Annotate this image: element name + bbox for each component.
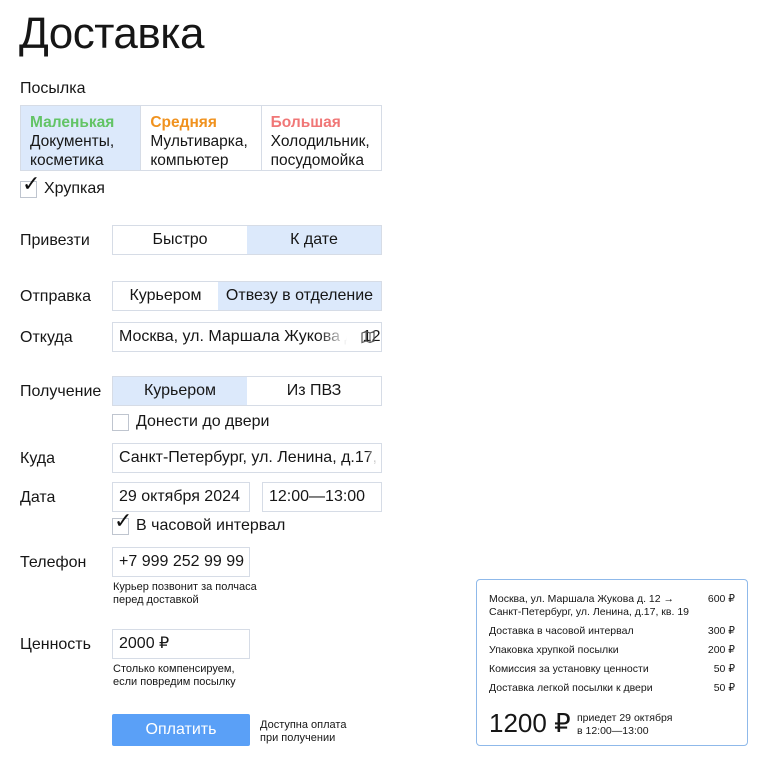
summary-route-price: 600 ₽ (707, 593, 735, 605)
summary-item-row: Упаковка хрупкой посылки 200 ₽ (489, 644, 735, 657)
size-option-small[interactable]: Маленькая Документы, косметика (21, 106, 142, 170)
size-desc: косметика (30, 152, 104, 169)
door-delivery-checkbox[interactable]: Донести до двери (112, 413, 269, 431)
pay-button[interactable]: Оплатить (112, 714, 250, 746)
summary-route: Москва, ул. Маршала Жукова д. 12 → Санкт… (489, 593, 689, 619)
checkbox-box (112, 413, 129, 431)
send-option-courier[interactable]: Курьером (113, 282, 218, 310)
send-label: Отправка (20, 288, 91, 305)
time-input[interactable]: 12:00—13:00 (262, 482, 382, 512)
summary-item-name: Доставка в часовой интервал (489, 625, 634, 637)
size-desc: Мультиварка, (150, 133, 248, 150)
bring-toggle: Быстро К дате (112, 225, 382, 255)
from-address-input[interactable]: Москва, ул. Маршала Жукова д. 12 (112, 322, 382, 352)
pay-note-line2: при получении (260, 732, 336, 744)
receive-option-courier[interactable]: Курьером (113, 377, 247, 405)
bring-option-by-date[interactable]: К дате (247, 226, 381, 254)
parcel-size-picker: Маленькая Документы, косметика Средняя М… (20, 105, 382, 171)
bring-label: Привезти (20, 232, 90, 249)
worth-hint-line1: Столько компенсируем, (113, 663, 235, 675)
size-desc: компьютер (150, 152, 229, 169)
receive-option-pickup[interactable]: Из ПВЗ (247, 377, 381, 405)
size-name: Большая (270, 114, 341, 131)
phone-hint-line1: Курьер позвонит за полчаса (113, 581, 257, 593)
size-desc: Документы, (30, 133, 115, 150)
summary-item-price: 50 ₽ (713, 682, 735, 694)
worth-input[interactable]: 2000 ₽ (112, 629, 250, 659)
checkmark-icon: ✓ (114, 507, 133, 533)
receive-toggle: Курьером Из ПВЗ (112, 376, 382, 406)
summary-item-price: 300 ₽ (707, 625, 735, 637)
summary-eta-line1: приедет 29 октября (577, 712, 673, 724)
date-label: Дата (20, 489, 56, 506)
size-option-medium[interactable]: Средняя Мультиварка, компьютер (141, 106, 262, 170)
checkbox-box: ✓ (20, 172, 40, 198)
summary-eta: приедет 29 октября в 12:00—13:00 (577, 712, 672, 737)
checkbox-box: ✓ (112, 509, 132, 535)
summary-item-price: 50 ₽ (713, 663, 735, 675)
size-name: Маленькая (30, 114, 115, 131)
input-fade (367, 444, 381, 472)
from-label: Откуда (20, 329, 73, 346)
summary-item-row: Комиссия за установку ценности 50 ₽ (489, 663, 735, 676)
summary-total: 1200 ₽ (489, 708, 571, 738)
phone-input[interactable]: +7 999 252 99 99 (112, 547, 250, 577)
date-input[interactable]: 29 октября 2024 (112, 482, 250, 512)
page-title: Доставка (19, 9, 204, 58)
bring-option-fast[interactable]: Быстро (113, 226, 247, 254)
summary-item-row: Доставка легкой посылки к двери 50 ₽ (489, 682, 735, 695)
size-name: Средняя (150, 114, 217, 131)
phone-hint-line2: перед доставкой (113, 594, 199, 606)
parcel-label: Посылка (20, 80, 86, 97)
to-label: Куда (20, 450, 56, 467)
summary-item-row: Доставка в часовой интервал 300 ₽ (489, 625, 735, 638)
send-option-office[interactable]: Отвезу в отделение (218, 282, 381, 310)
worth-hint-line2: если повредим посылку (113, 676, 236, 688)
checkmark-icon: ✓ (22, 170, 41, 196)
interval-checkbox[interactable]: ✓ В часовой интервал (112, 509, 286, 535)
summary-route-to: Санкт-Петербург, ул. Ленина, д.17, кв. 1… (489, 606, 689, 618)
worth-label: Ценность (20, 636, 91, 653)
summary-route-row: Москва, ул. Маршала Жукова д. 12 → Санкт… (489, 593, 735, 619)
summary-item-name: Комиссия за установку ценности (489, 663, 649, 675)
size-option-large[interactable]: Большая Холодильник, посудомойка (262, 106, 381, 170)
size-desc: Холодильник, (270, 133, 370, 150)
phone-label: Телефон (20, 554, 87, 571)
summary-route-from: Москва, ул. Маршала Жукова д. 12 → (489, 593, 675, 605)
map-icon[interactable] (361, 330, 375, 344)
pay-note-line1: Доступна оплата (260, 719, 347, 731)
summary-item-name: Доставка легкой посылки к двери (489, 682, 653, 694)
to-address-input[interactable]: Санкт-Петербург, ул. Ленина, д.17, кв. 1… (112, 443, 382, 473)
input-fade (319, 323, 359, 351)
summary-item-price: 200 ₽ (707, 644, 735, 656)
interval-label: В часовой интервал (136, 517, 286, 534)
to-address-value: Санкт-Петербург, ул. Ленина, д.17, кв. 1… (119, 449, 381, 466)
fragile-checkbox[interactable]: ✓ Хрупкая (20, 172, 105, 198)
send-toggle: Курьером Отвезу в отделение (112, 281, 382, 311)
summary-eta-line2: в 12:00—13:00 (577, 724, 649, 737)
fragile-label: Хрупкая (44, 180, 105, 197)
receive-label: Получение (20, 383, 102, 400)
size-desc: посудомойка (270, 152, 364, 169)
door-delivery-label: Донести до двери (136, 413, 270, 430)
order-summary: Москва, ул. Маршала Жукова д. 12 → Санкт… (476, 579, 748, 746)
summary-item-name: Упаковка хрупкой посылки (489, 644, 619, 656)
